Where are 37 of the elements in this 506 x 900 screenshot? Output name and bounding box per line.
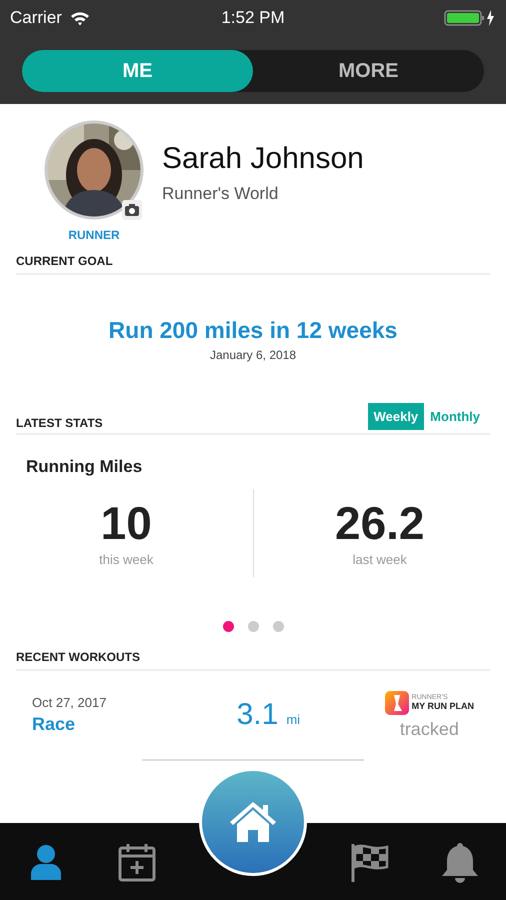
stat-value: 10 — [100, 500, 152, 546]
period-toggle[interactable]: Monthly — [424, 403, 486, 430]
workout-type[interactable]: Race — [32, 714, 182, 735]
page-dot[interactable] — [222, 621, 234, 632]
stat-caption: this week — [99, 552, 154, 566]
section-heading: LATEST STATS — [16, 416, 103, 430]
stat-value: 26.2 — [334, 500, 425, 546]
page-dot[interactable] — [272, 621, 284, 632]
stat-caption: last week — [352, 552, 407, 566]
tracked-status: tracked — [400, 718, 459, 740]
role-label: RUNNER — [68, 228, 120, 242]
notification-bell-icon — [441, 840, 480, 882]
checkered-flag-icon — [348, 842, 389, 882]
logo-title: MY RUN PLAN — [412, 701, 474, 711]
section-heading: RECENT WORKOUTS — [16, 650, 140, 664]
carrier-name: Carrier — [10, 8, 62, 28]
goal-date: January 6, 2018 — [210, 348, 296, 362]
wifi-icon — [70, 10, 90, 26]
page-dot[interactable] — [248, 621, 258, 632]
period-toggle[interactable]: Weekly — [368, 403, 424, 430]
segment-tab[interactable]: MORE — [253, 50, 484, 92]
distance-unit: mi — [286, 712, 300, 727]
user-subtitle: Runner's World — [162, 184, 280, 204]
segment-tab[interactable]: ME — [22, 50, 253, 92]
workout-date: Oct 27, 2017 — [32, 695, 108, 710]
camera-icon[interactable] — [122, 200, 142, 220]
section-heading: CURRENT GOAL — [16, 254, 113, 268]
battery-icon — [444, 9, 496, 27]
calendar-add-icon — [118, 842, 156, 882]
home-icon — [228, 800, 278, 844]
stat-title: Running Miles — [26, 457, 144, 477]
workout-distance: 3.1 — [236, 698, 278, 732]
app-logo-icon — [384, 690, 409, 714]
clock-time: 1:52 PM — [221, 8, 285, 28]
person-icon — [30, 844, 62, 880]
user-name: Sarah Johnson — [162, 142, 364, 176]
goal-title[interactable]: Run 200 miles in 12 weeks — [108, 317, 398, 344]
